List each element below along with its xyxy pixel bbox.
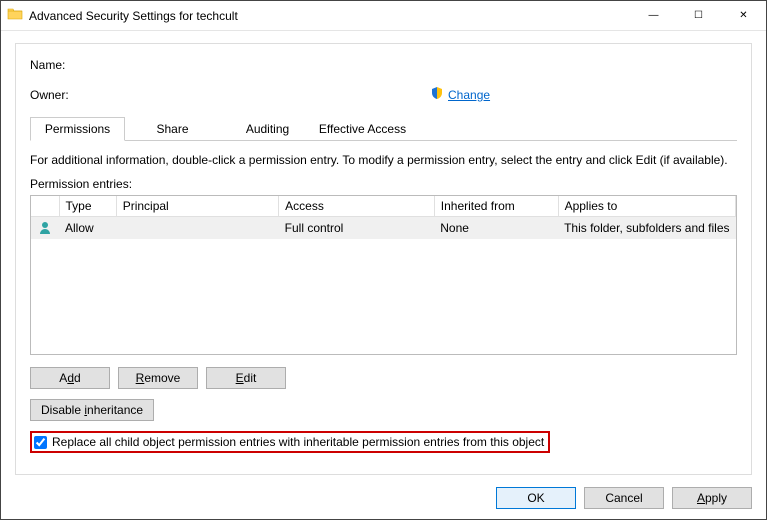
user-icon — [31, 217, 59, 240]
edit-button[interactable]: Edit — [206, 367, 286, 389]
tab-auditing[interactable]: Auditing — [220, 117, 315, 140]
table-row[interactable]: Allow Full control None This folder, sub… — [31, 217, 736, 240]
replace-children-checkbox[interactable] — [34, 436, 47, 449]
titlebar-left: Advanced Security Settings for techcult — [7, 6, 238, 25]
apply-button[interactable]: Apply — [672, 487, 752, 509]
replace-children-checkbox-wrapper[interactable]: Replace all child object permission entr… — [30, 431, 550, 453]
remove-button[interactable]: Remove — [118, 367, 198, 389]
tab-effective-access[interactable]: Effective Access — [315, 117, 410, 140]
col-type[interactable]: Type — [59, 196, 116, 217]
disable-inheritance-button[interactable]: Disable inheritance — [30, 399, 154, 421]
name-label: Name: — [30, 58, 230, 72]
cell-access: Full control — [279, 217, 435, 240]
col-inherited[interactable]: Inherited from — [434, 196, 558, 217]
owner-label: Owner: — [30, 88, 230, 102]
ok-button[interactable]: OK — [496, 487, 576, 509]
col-icon[interactable] — [31, 196, 59, 217]
cell-type: Allow — [59, 217, 116, 240]
window-controls: — ☐ ✕ — [631, 1, 766, 30]
close-button[interactable]: ✕ — [721, 1, 766, 30]
titlebar: Advanced Security Settings for techcult … — [1, 1, 766, 31]
shield-icon — [430, 86, 444, 103]
info-text: For additional information, double-click… — [30, 153, 737, 167]
col-applies[interactable]: Applies to — [558, 196, 735, 217]
cell-applies: This folder, subfolders and files — [558, 217, 735, 240]
entry-buttons: Add Remove Edit — [30, 367, 737, 389]
change-owner-link[interactable]: Change — [448, 88, 490, 102]
owner-row: Owner: Change — [30, 86, 737, 103]
content-frame: Name: Owner: Change Permissions Share Au… — [15, 43, 752, 475]
tab-permissions[interactable]: Permissions — [30, 117, 125, 141]
cell-principal — [116, 217, 278, 240]
folder-icon — [7, 6, 23, 25]
entries-label: Permission entries: — [30, 177, 737, 191]
minimize-button[interactable]: — — [631, 1, 676, 30]
dialog-footer: OK Cancel Apply — [496, 487, 752, 509]
replace-children-label: Replace all child object permission entr… — [52, 435, 544, 449]
col-access[interactable]: Access — [279, 196, 435, 217]
name-row: Name: — [30, 58, 737, 72]
maximize-button[interactable]: ☐ — [676, 1, 721, 30]
tabstrip: Permissions Share Auditing Effective Acc… — [30, 117, 737, 141]
col-principal[interactable]: Principal — [116, 196, 278, 217]
disable-inheritance-row: Disable inheritance — [30, 399, 737, 421]
window-title: Advanced Security Settings for techcult — [29, 9, 238, 23]
tab-share[interactable]: Share — [125, 117, 220, 140]
add-button[interactable]: Add — [30, 367, 110, 389]
permission-grid[interactable]: Type Principal Access Inherited from App… — [30, 195, 737, 355]
grid-header: Type Principal Access Inherited from App… — [31, 196, 736, 217]
cell-inherited: None — [434, 217, 558, 240]
cancel-button[interactable]: Cancel — [584, 487, 664, 509]
